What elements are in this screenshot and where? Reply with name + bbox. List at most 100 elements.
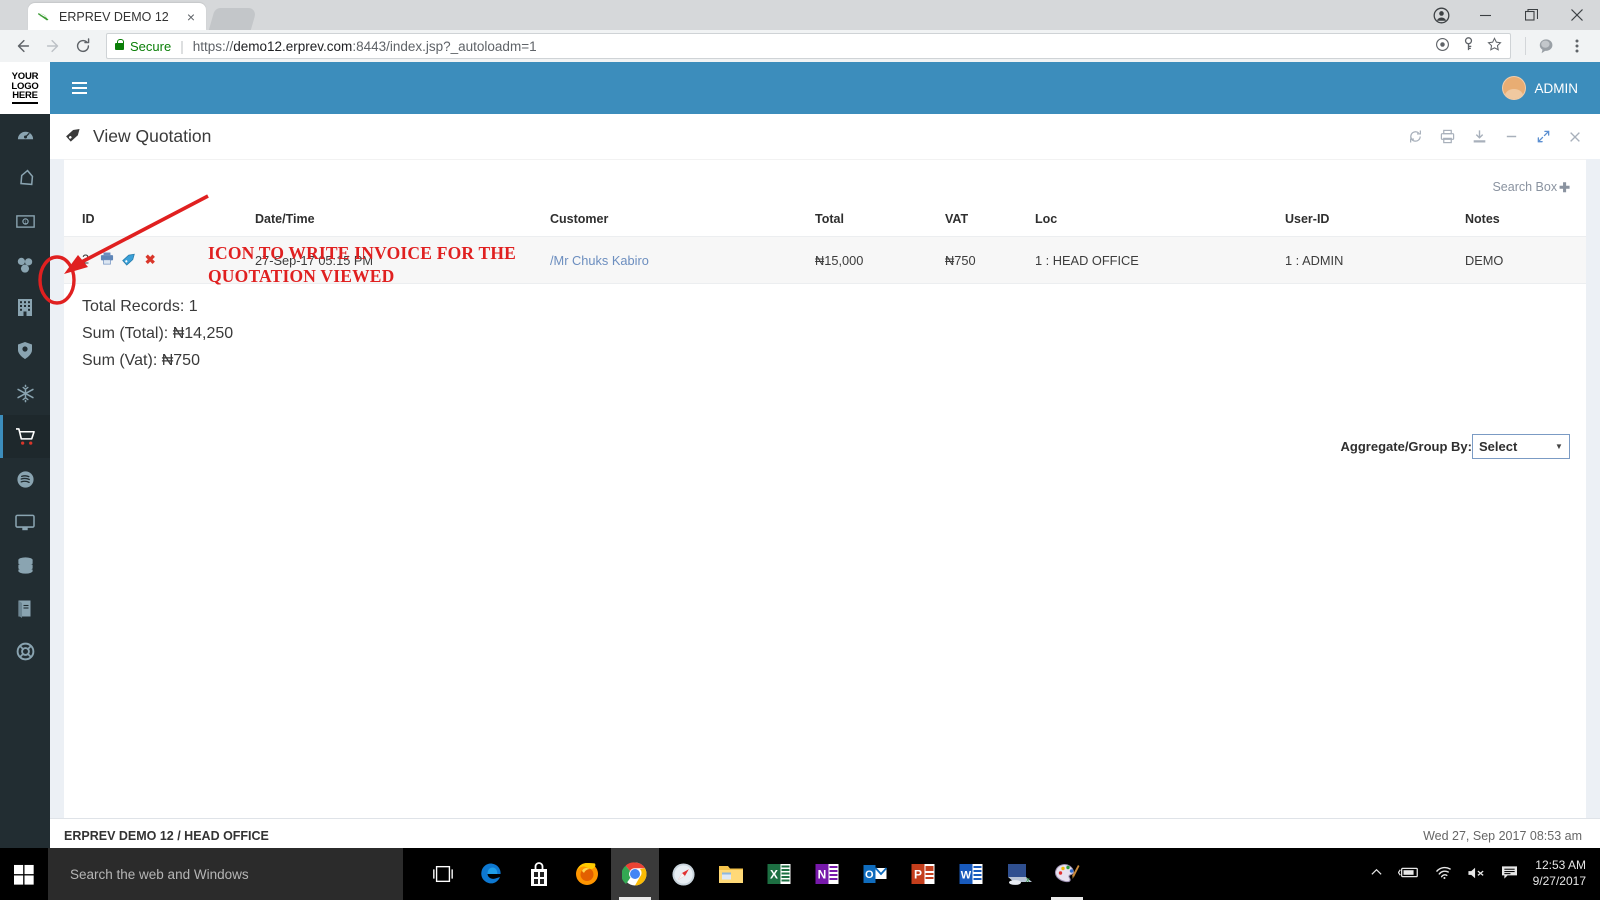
shopping-cart-icon <box>15 427 36 446</box>
panel-header: View Quotation <box>50 114 1600 159</box>
onenote-icon[interactable]: N <box>803 848 851 900</box>
edge-icon[interactable] <box>467 848 515 900</box>
tab-close-icon[interactable]: × <box>184 10 198 24</box>
expand-icon[interactable] <box>1536 129 1551 144</box>
reload-button[interactable] <box>68 32 98 60</box>
circle-feed-icon <box>16 470 35 489</box>
minimize-icon[interactable] <box>1504 129 1519 144</box>
new-tab-button[interactable] <box>208 8 258 30</box>
close-icon[interactable] <box>1568 130 1582 144</box>
search-box-toggle[interactable]: Search Box ✚ <box>64 172 1586 206</box>
column-header-notes[interactable]: Notes <box>1459 206 1586 237</box>
cell-customer[interactable]: /Mr Chuks Kabiro <box>544 236 809 284</box>
sidebar-item-pos[interactable] <box>0 501 50 544</box>
print-icon[interactable] <box>100 252 114 268</box>
forward-button[interactable] <box>38 32 68 60</box>
windows-start-icon[interactable] <box>0 848 48 900</box>
paint-icon[interactable] <box>1043 848 1091 900</box>
user-menu[interactable]: ADMIN <box>1501 76 1600 100</box>
sum-vat: Sum (Vat): ₦750 <box>82 352 200 369</box>
column-header-userid[interactable]: User-ID <box>1279 206 1459 237</box>
download-icon[interactable] <box>1472 129 1487 144</box>
sidebar-item-feed[interactable] <box>0 458 50 501</box>
column-header-loc[interactable]: Loc <box>1029 206 1279 237</box>
delete-icon[interactable]: ✖ <box>145 252 156 268</box>
extension-icon[interactable] <box>1532 32 1562 60</box>
tag-icon <box>64 124 84 149</box>
firefox-icon[interactable] <box>563 848 611 900</box>
refresh-icon[interactable] <box>1408 129 1423 144</box>
excel-icon[interactable]: X <box>755 848 803 900</box>
window-close-button[interactable] <box>1554 0 1600 30</box>
table-body: 2 ✖ 27-Sep-17 05:15 PM /Mr Chuks Kabiro … <box>64 236 1586 284</box>
url-host: demo12.erprev.com <box>233 38 353 54</box>
target-icon[interactable] <box>1435 37 1450 55</box>
sidebar-item-company[interactable] <box>0 286 50 329</box>
footer-company: ERPREV DEMO 12 / HEAD OFFICE <box>64 828 269 843</box>
customer-link[interactable]: /Mr Chuks Kabiro <box>550 253 649 268</box>
chevron-down-icon: ▼ <box>1555 442 1563 451</box>
aggregate-label: Aggregate/Group By: <box>1340 439 1472 454</box>
panel-body: Search Box ✚ ID Date/Time Customer Total… <box>64 159 1586 859</box>
star-icon[interactable] <box>1487 37 1502 55</box>
clock-date: 9/27/2017 <box>1532 874 1586 888</box>
sidebar-item-reports[interactable] <box>0 587 50 630</box>
svg-text:W: W <box>961 870 972 882</box>
task-view-icon[interactable] <box>419 848 467 900</box>
sidebar-item-assets[interactable] <box>0 372 50 415</box>
aggregate-selected-value: Select <box>1479 439 1518 454</box>
tab-strip: ERPREV DEMO 12 × <box>0 0 1600 30</box>
sidebar-item-support[interactable] <box>0 630 50 673</box>
outlook-icon[interactable]: O <box>851 848 899 900</box>
column-header-vat[interactable]: VAT <box>939 206 1029 237</box>
taskbar-search-input[interactable]: Search the web and Windows <box>48 848 403 900</box>
powerpoint-icon[interactable]: P <box>899 848 947 900</box>
sidebar-item-security[interactable] <box>0 329 50 372</box>
sidebar-item-products[interactable] <box>0 243 50 286</box>
safari-icon[interactable] <box>659 848 707 900</box>
desktop-icon <box>15 514 35 532</box>
store-icon[interactable] <box>515 848 563 900</box>
profile-icon[interactable] <box>1420 0 1462 30</box>
window-minimize-button[interactable] <box>1462 0 1508 30</box>
window-maximize-button[interactable] <box>1508 0 1554 30</box>
column-header-customer[interactable]: Customer <box>544 206 809 237</box>
hamburger-icon[interactable] <box>56 62 102 114</box>
remote-desktop-icon[interactable]: x <box>995 848 1043 900</box>
file-explorer-icon[interactable] <box>707 848 755 900</box>
column-header-id[interactable]: ID <box>64 206 249 237</box>
browser-tab[interactable]: ERPREV DEMO 12 × <box>28 3 206 30</box>
word-icon[interactable]: W <box>947 848 995 900</box>
panel-toolbar <box>1408 129 1582 144</box>
notifications-icon[interactable] <box>1501 865 1518 883</box>
volume-mute-icon[interactable] <box>1467 866 1486 883</box>
back-button[interactable] <box>8 32 38 60</box>
sidebar-item-finance[interactable]: 1 <box>0 200 50 243</box>
battery-icon[interactable] <box>1397 866 1420 882</box>
table-row[interactable]: 2 ✖ 27-Sep-17 05:15 PM /Mr Chuks Kabiro … <box>64 236 1586 284</box>
sidebar-item-sales[interactable] <box>0 415 50 458</box>
banknote-icon: 1 <box>15 214 35 229</box>
taskbar-clock[interactable]: 12:53 AM 9/27/2017 <box>1533 858 1586 890</box>
wifi-icon[interactable] <box>1435 866 1452 883</box>
app-logo[interactable]: YOUR LOGO HERE <box>0 62 50 114</box>
aggregate-select[interactable]: Select ▼ <box>1472 434 1570 459</box>
cell-vat: ₦750 <box>939 236 1029 284</box>
column-header-total[interactable]: Total <box>809 206 939 237</box>
column-header-datetime[interactable]: Date/Time <box>249 206 544 237</box>
sidebar-item-database[interactable] <box>0 544 50 587</box>
sidebar-item-tags[interactable] <box>0 157 50 200</box>
key-icon[interactable] <box>1462 37 1475 55</box>
sidebar-item-dashboard[interactable] <box>0 114 50 157</box>
chevron-up-icon[interactable] <box>1370 866 1383 882</box>
window-controls <box>1420 0 1600 30</box>
quotation-table: ID Date/Time Customer Total VAT Loc User… <box>64 206 1586 284</box>
print-icon[interactable] <box>1440 129 1455 144</box>
address-bar[interactable]: Secure | https://demo12.erprev.com:8443/… <box>106 33 1511 59</box>
menu-dots-icon[interactable] <box>1562 32 1592 60</box>
invoice-tag-icon[interactable] <box>121 250 138 270</box>
shield-icon <box>17 341 33 360</box>
svg-text:N: N <box>818 868 827 882</box>
svg-text:X: X <box>770 868 778 882</box>
chrome-icon[interactable] <box>611 848 659 900</box>
